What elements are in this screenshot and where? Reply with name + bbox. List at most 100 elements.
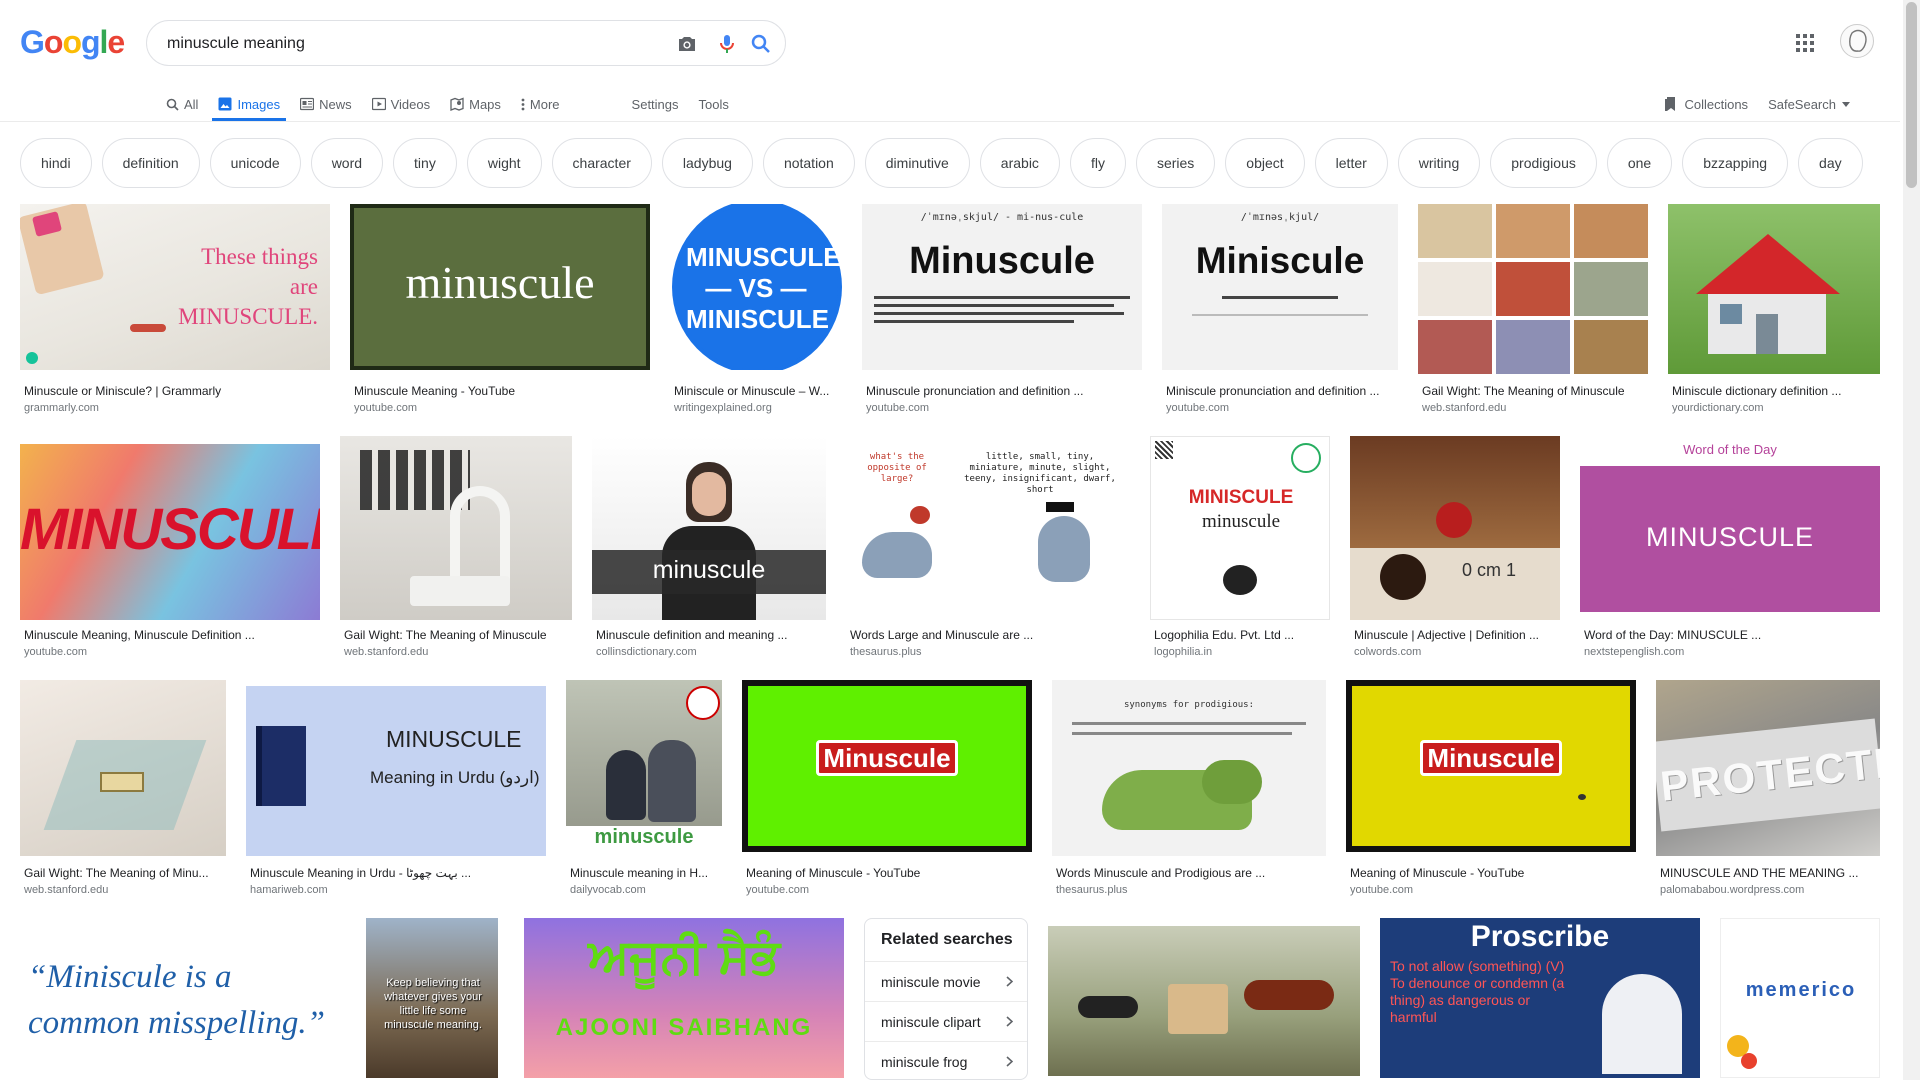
apps-grid-icon[interactable] xyxy=(1796,34,1814,52)
result-thumbnail: Word of the Day MINUSCULE xyxy=(1580,436,1880,612)
tab-images[interactable]: Images xyxy=(212,88,286,121)
safesearch-dropdown[interactable]: SafeSearch xyxy=(1768,97,1850,112)
image-result[interactable]: MINISCULE minuscule Logophilia Edu. Pvt.… xyxy=(1150,436,1330,660)
related-search-item[interactable]: miniscule movie xyxy=(865,961,1027,1001)
image-result[interactable]: Word of the Day MINUSCULE Word of the Da… xyxy=(1580,436,1880,660)
image-result[interactable]: /ˈmɪnəsˌkjul/ Miniscule Miniscule pronun… xyxy=(1162,204,1398,420)
tab-more[interactable]: More xyxy=(521,88,560,120)
google-logo[interactable]: Google xyxy=(20,24,125,61)
settings-link[interactable]: Settings xyxy=(632,88,679,120)
result-title: Word of the Day: MINUSCULE ... xyxy=(1584,628,1762,642)
tools-link[interactable]: Tools xyxy=(699,88,729,120)
image-result[interactable]: Proscribe To not allow (something) (V) T… xyxy=(1380,918,1700,1080)
search-icon xyxy=(166,98,179,111)
chip-arabic[interactable]: arabic xyxy=(979,138,1060,188)
scrollbar-thumb[interactable] xyxy=(1906,2,1917,188)
logo-letter: l xyxy=(99,24,109,60)
chip-series[interactable]: series xyxy=(1135,138,1216,188)
chip-letter[interactable]: letter xyxy=(1314,138,1388,188)
image-result[interactable]: ਅਜੂਨੀ ਸੈਭੰ AJOONI SAIBHANG xyxy=(524,918,844,1080)
image-result[interactable]: /ˈmɪnəˌskjul/ - mi-nus-cule Minuscule Mi… xyxy=(862,204,1142,420)
related-search-item[interactable]: miniscule frog xyxy=(865,1041,1027,1079)
logo-letter: G xyxy=(20,24,45,60)
image-result[interactable] xyxy=(1048,918,1360,1080)
chip-prodigious[interactable]: prodigious xyxy=(1490,138,1597,188)
camera-icon[interactable] xyxy=(675,32,699,56)
result-title: Words Minuscule and Prodigious are ... xyxy=(1056,866,1266,880)
image-result[interactable]: Gail Wight: The Meaning of Minu... web.s… xyxy=(20,680,226,900)
search-icon[interactable] xyxy=(749,32,773,56)
thumb-phonetic: /ˈmɪnəsˌkjul/ xyxy=(1240,212,1320,223)
logo-letter: o xyxy=(62,24,82,60)
result-source: writingexplained.org xyxy=(674,402,772,414)
image-result[interactable]: Minuscule Meaning of Minuscule - YouTube… xyxy=(1346,680,1636,900)
account-avatar[interactable] xyxy=(1840,24,1874,58)
result-thumbnail: minuscule xyxy=(566,680,722,856)
image-result[interactable]: what's the opposite of large? little, sm… xyxy=(846,436,1130,660)
tab-maps[interactable]: Maps xyxy=(450,88,501,120)
image-result[interactable]: minuscule Minuscule meaning in H... dail… xyxy=(566,680,722,900)
thumb-text-secondary: Word of the Day xyxy=(1683,442,1777,457)
thumb-text: Proscribe xyxy=(1470,920,1610,953)
thumb-text: Minuscule xyxy=(909,240,1095,282)
image-result[interactable]: Keep believing that whatever gives your … xyxy=(366,918,498,1080)
thumb-text: MINISCULE xyxy=(1188,487,1294,508)
microphone-icon[interactable] xyxy=(715,32,739,56)
image-result[interactable]: “Miniscule is a common misspelling.” xyxy=(20,918,340,1080)
related-search-label: miniscule clipart xyxy=(881,1013,981,1030)
result-source: youtube.com xyxy=(866,402,929,414)
image-result[interactable]: MINUSCULE Minuscule Meaning, Minuscule D… xyxy=(20,436,320,660)
chip-wight[interactable]: wight xyxy=(466,138,542,188)
collections-button[interactable]: Collections xyxy=(1664,96,1748,112)
image-result[interactable]: Miniscule dictionary definition ... your… xyxy=(1668,204,1880,420)
result-title: Gail Wight: The Meaning of Minuscule xyxy=(1422,384,1625,398)
result-thumbnail: Proscribe To not allow (something) (V) T… xyxy=(1380,918,1700,1078)
thumb-text: Miniscule xyxy=(1195,240,1365,281)
image-result[interactable]: Gail Wight: The Meaning of Minuscule web… xyxy=(1418,204,1648,420)
image-result[interactable]: MINUSCULE Meaning in Urdu (اردو) Minuscu… xyxy=(246,680,546,900)
image-result[interactable]: These things are MINUSCULE. Minuscule or… xyxy=(20,204,330,420)
chip-word[interactable]: word xyxy=(310,138,384,188)
tab-all[interactable]: All xyxy=(166,88,198,120)
chip-day[interactable]: day xyxy=(1798,138,1863,188)
result-thumbnail: memerico xyxy=(1720,918,1880,1078)
result-source: youtube.com xyxy=(1350,884,1413,896)
tab-news[interactable]: News xyxy=(300,88,352,120)
page-scrollbar[interactable] xyxy=(1903,0,1920,1080)
result-thumbnail: Keep believing that whatever gives your … xyxy=(366,918,498,1078)
image-result[interactable]: Minuscule Meaning of Minuscule - YouTube… xyxy=(742,680,1032,900)
result-title: Gail Wight: The Meaning of Minu... xyxy=(24,866,209,880)
thumb-text-secondary: To not allow (something) (V) To denounce… xyxy=(1390,958,1565,1025)
tab-label: More xyxy=(529,96,560,112)
image-result[interactable]: minuscule Minuscule definition and meani… xyxy=(592,436,826,660)
image-result[interactable]: Gail Wight: The Meaning of Minuscule web… xyxy=(340,436,572,660)
result-thumbnail xyxy=(20,680,226,856)
chip-diminutive[interactable]: diminutive xyxy=(864,138,970,188)
related-search-item[interactable]: miniscule clipart xyxy=(865,1001,1027,1041)
chip-unicode[interactable]: unicode xyxy=(209,138,301,188)
chip-bzzapping[interactable]: bzzapping xyxy=(1682,138,1789,188)
image-result[interactable]: memerico xyxy=(1720,918,1880,1080)
chip-tiny[interactable]: tiny xyxy=(393,138,457,188)
chip-ladybug[interactable]: ladybug xyxy=(661,138,753,188)
chip-one[interactable]: one xyxy=(1606,138,1673,188)
result-title: Logophilia Edu. Pvt. Ltd ... xyxy=(1154,628,1295,642)
image-result[interactable]: synonyms for prodigious: Words Minuscule… xyxy=(1052,680,1326,900)
result-thumbnail: /ˈmɪnəsˌkjul/ Miniscule xyxy=(1162,204,1398,370)
chip-hindi[interactable]: hindi xyxy=(20,138,92,188)
image-result[interactable]: MINUSCULE — VS — MINISCULE Miniscule or … xyxy=(670,204,842,420)
image-result[interactable]: PROTECTE MINUSCULE AND THE MEANING ... p… xyxy=(1656,680,1880,900)
chip-fly[interactable]: fly xyxy=(1069,138,1126,188)
search-input[interactable] xyxy=(167,33,637,55)
chip-character[interactable]: character xyxy=(551,138,652,188)
image-result[interactable]: 0 cm 1 Minuscule | Adjective | Definitio… xyxy=(1350,436,1560,660)
chip-definition[interactable]: definition xyxy=(101,138,200,188)
thumb-text: Minuscule xyxy=(823,743,951,773)
result-title: Minuscule Meaning in Urdu - بہت چھوٹا ..… xyxy=(250,866,472,880)
tab-videos[interactable]: Videos xyxy=(371,88,430,120)
related-search-label: miniscule movie xyxy=(881,973,981,990)
chip-writing[interactable]: writing xyxy=(1397,138,1481,188)
chip-notation[interactable]: notation xyxy=(762,138,855,188)
image-result[interactable]: minuscule Minuscule Meaning - YouTube yo… xyxy=(350,204,650,420)
chip-object[interactable]: object xyxy=(1225,138,1305,188)
